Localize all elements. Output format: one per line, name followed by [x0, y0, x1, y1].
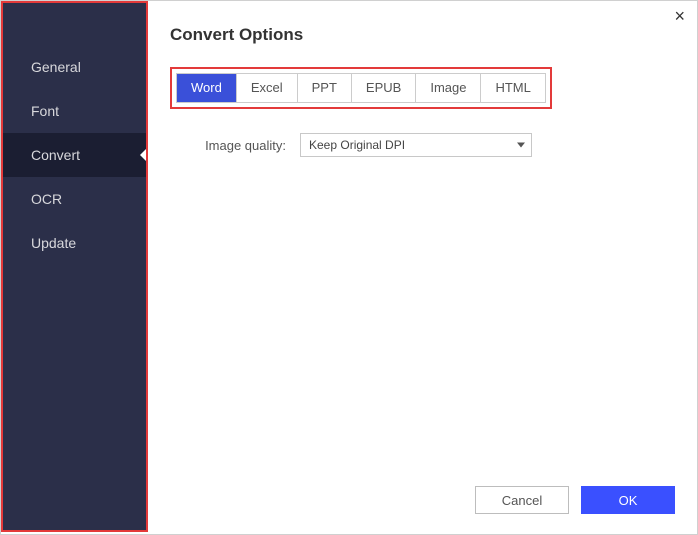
tab-epub[interactable]: EPUB	[352, 74, 416, 102]
sidebar-item-general[interactable]: General	[3, 45, 146, 89]
sidebar-item-label: Font	[31, 103, 59, 119]
image-quality-label: Image quality:	[170, 138, 300, 153]
cancel-button[interactable]: Cancel	[475, 486, 569, 514]
tab-ppt[interactable]: PPT	[298, 74, 352, 102]
sidebar-item-ocr[interactable]: OCR	[3, 177, 146, 221]
sidebar-item-label: Convert	[31, 147, 80, 163]
sidebar-item-font[interactable]: Font	[3, 89, 146, 133]
sidebar: General Font Convert OCR Update	[1, 1, 148, 532]
tab-word[interactable]: Word	[177, 74, 237, 102]
tab-html[interactable]: HTML	[481, 74, 544, 102]
content-area: Convert Options Word Excel PPT EPUB Imag…	[148, 1, 697, 534]
ok-button[interactable]: OK	[581, 486, 675, 514]
sidebar-item-convert[interactable]: Convert	[3, 133, 146, 177]
page-title: Convert Options	[170, 25, 675, 45]
format-tab-group: Word Excel PPT EPUB Image HTML	[170, 67, 552, 109]
options-dialog: × General Font Convert OCR Update Conver…	[0, 0, 698, 535]
sidebar-item-label: OCR	[31, 191, 62, 207]
tab-excel[interactable]: Excel	[237, 74, 298, 102]
chevron-down-icon	[517, 143, 525, 148]
image-quality-select[interactable]: Keep Original DPI	[300, 133, 532, 157]
tab-image[interactable]: Image	[416, 74, 481, 102]
sidebar-item-label: General	[31, 59, 81, 75]
sidebar-item-label: Update	[31, 235, 76, 251]
select-value: Keep Original DPI	[309, 138, 405, 152]
image-quality-row: Image quality: Keep Original DPI	[170, 133, 675, 157]
dialog-footer: Cancel OK	[475, 486, 675, 514]
sidebar-item-update[interactable]: Update	[3, 221, 146, 265]
